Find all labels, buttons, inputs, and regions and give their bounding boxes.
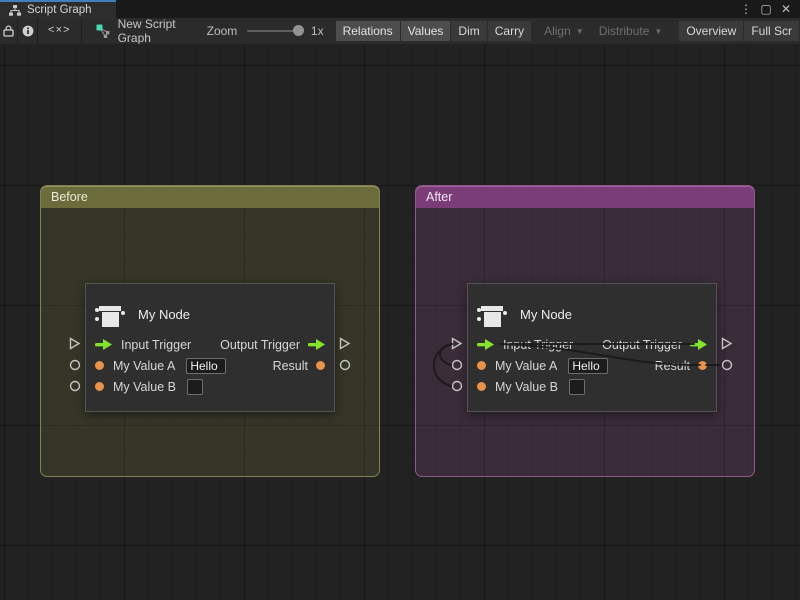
overview-button[interactable]: Overview: [679, 21, 743, 41]
value-input-icon: [95, 382, 104, 391]
tab-title: Script Graph: [27, 4, 92, 16]
chevron-down-icon: ▼: [576, 27, 584, 36]
unit-node-icon: [94, 301, 126, 329]
lock-icon: [3, 25, 14, 37]
result-port[interactable]: [721, 359, 733, 371]
group-before-label: Before: [51, 190, 88, 204]
window-maximize-icon[interactable]: ▢: [758, 1, 774, 17]
toolbar-separator: [81, 18, 82, 44]
node-port-rows: Input Trigger Output Trigger: [86, 334, 334, 397]
value-a-port[interactable]: [451, 359, 463, 371]
values-toggle[interactable]: Values: [401, 21, 451, 41]
group-after-label: After: [426, 190, 452, 204]
value-b-port[interactable]: [69, 380, 81, 392]
code-icon: <×>: [48, 25, 71, 37]
carry-toggle[interactable]: Carry: [488, 21, 531, 41]
input-trigger-label: Input Trigger: [121, 338, 191, 352]
value-b-row: My Value B: [477, 376, 707, 397]
node-body[interactable]: My Node Input Trigger Output Trigger: [467, 283, 717, 412]
graph-hierarchy-icon: [9, 5, 21, 16]
value-b-label: My Value B: [495, 380, 558, 394]
value-output-icon: [698, 361, 707, 370]
zoom-label: Zoom: [207, 24, 238, 38]
flow-output-icon: [690, 339, 707, 350]
trigger-row: Input Trigger Output Trigger: [95, 334, 325, 355]
flow-input-icon: [477, 339, 494, 350]
script-graph-window: Script Graph ⋮ ▢ ✕ <×>: [0, 0, 800, 600]
value-output-icon: [316, 361, 325, 370]
flow-output-icon: [308, 339, 325, 350]
dim-toggle-label: Dim: [458, 24, 479, 38]
align-dropdown[interactable]: Align ▼: [537, 21, 591, 41]
value-a-label: My Value A: [113, 359, 175, 373]
value-a-row: My Value A Result: [477, 355, 707, 376]
node-port-rows: Input Trigger Output Trigger: [468, 334, 716, 397]
zoom-slider[interactable]: [247, 30, 302, 32]
trigger-row: Input Trigger Output Trigger: [477, 334, 707, 355]
new-script-graph-icon: [96, 18, 111, 44]
value-b-label: My Value B: [113, 380, 176, 394]
group-after-header[interactable]: After: [416, 186, 754, 208]
distribute-dropdown[interactable]: Distribute ▼: [592, 21, 670, 41]
node-title: My Node: [138, 307, 190, 322]
window-controls: ⋮ ▢ ✕: [738, 0, 800, 18]
flow-input-icon: [95, 339, 112, 350]
tab-script-graph[interactable]: Script Graph: [0, 0, 116, 18]
node-title: My Node: [520, 307, 572, 322]
fullscreen-toggle[interactable]: Full Scr: [744, 21, 799, 41]
input-trigger-label: Input Trigger: [503, 338, 573, 352]
window-menu-icon[interactable]: ⋮: [738, 1, 754, 17]
value-a-port[interactable]: [69, 359, 81, 371]
value-b-checkbox[interactable]: [187, 379, 203, 395]
graph-name-label: New Script Graph: [118, 18, 181, 44]
value-a-label: My Value A: [495, 359, 557, 373]
lock-button[interactable]: [0, 18, 17, 44]
value-input-icon: [477, 382, 486, 391]
input-trigger-port[interactable]: [68, 337, 81, 350]
value-a-row: My Value A Result: [95, 355, 325, 376]
value-a-input[interactable]: [186, 358, 226, 374]
value-b-checkbox[interactable]: [569, 379, 585, 395]
values-toggle-label: Values: [408, 24, 444, 38]
distribute-dropdown-label: Distribute: [599, 24, 650, 38]
graph-canvas[interactable]: Before After My Node: [0, 44, 800, 600]
code-view-button[interactable]: <×>: [38, 18, 81, 44]
relations-toggle[interactable]: Relations: [336, 21, 400, 41]
overview-button-label: Overview: [686, 24, 736, 38]
result-port[interactable]: [339, 359, 351, 371]
zoom-value: 1x: [311, 24, 324, 38]
value-b-row: My Value B: [95, 376, 325, 397]
value-input-icon: [95, 361, 104, 370]
node-header: My Node: [468, 284, 716, 334]
output-trigger-label: Output Trigger: [602, 338, 682, 352]
unit-node-icon: [476, 301, 508, 329]
fullscreen-toggle-label: Full Scr: [751, 24, 792, 38]
graph-toolbar: <×> New Script Graph Zoom 1x Relations V…: [0, 18, 800, 44]
input-trigger-port[interactable]: [450, 337, 463, 350]
value-b-port[interactable]: [451, 380, 463, 392]
align-dropdown-label: Align: [544, 24, 571, 38]
node-header: My Node: [86, 284, 334, 334]
result-label: Result: [273, 359, 308, 373]
window-close-icon[interactable]: ✕: [778, 1, 794, 17]
dim-toggle[interactable]: Dim: [451, 21, 486, 41]
value-a-input[interactable]: [568, 358, 608, 374]
info-icon: [22, 25, 34, 37]
zoom-slider-handle[interactable]: [293, 25, 304, 36]
node-my-node-after[interactable]: My Node Input Trigger Output Trigger: [467, 283, 717, 412]
chevron-down-icon: ▼: [654, 27, 662, 36]
output-trigger-port[interactable]: [720, 337, 733, 350]
relations-toggle-label: Relations: [343, 24, 393, 38]
output-trigger-label: Output Trigger: [220, 338, 300, 352]
tab-bar: Script Graph ⋮ ▢ ✕: [0, 0, 800, 18]
group-before-header[interactable]: Before: [41, 186, 379, 208]
output-trigger-port[interactable]: [338, 337, 351, 350]
node-body[interactable]: My Node Input Trigger Output Trigger: [85, 283, 335, 412]
value-input-icon: [477, 361, 486, 370]
result-label: Result: [655, 359, 690, 373]
carry-toggle-label: Carry: [495, 24, 524, 38]
node-my-node-before[interactable]: My Node Input Trigger Output Trigger: [85, 283, 335, 412]
info-button[interactable]: [18, 18, 37, 44]
